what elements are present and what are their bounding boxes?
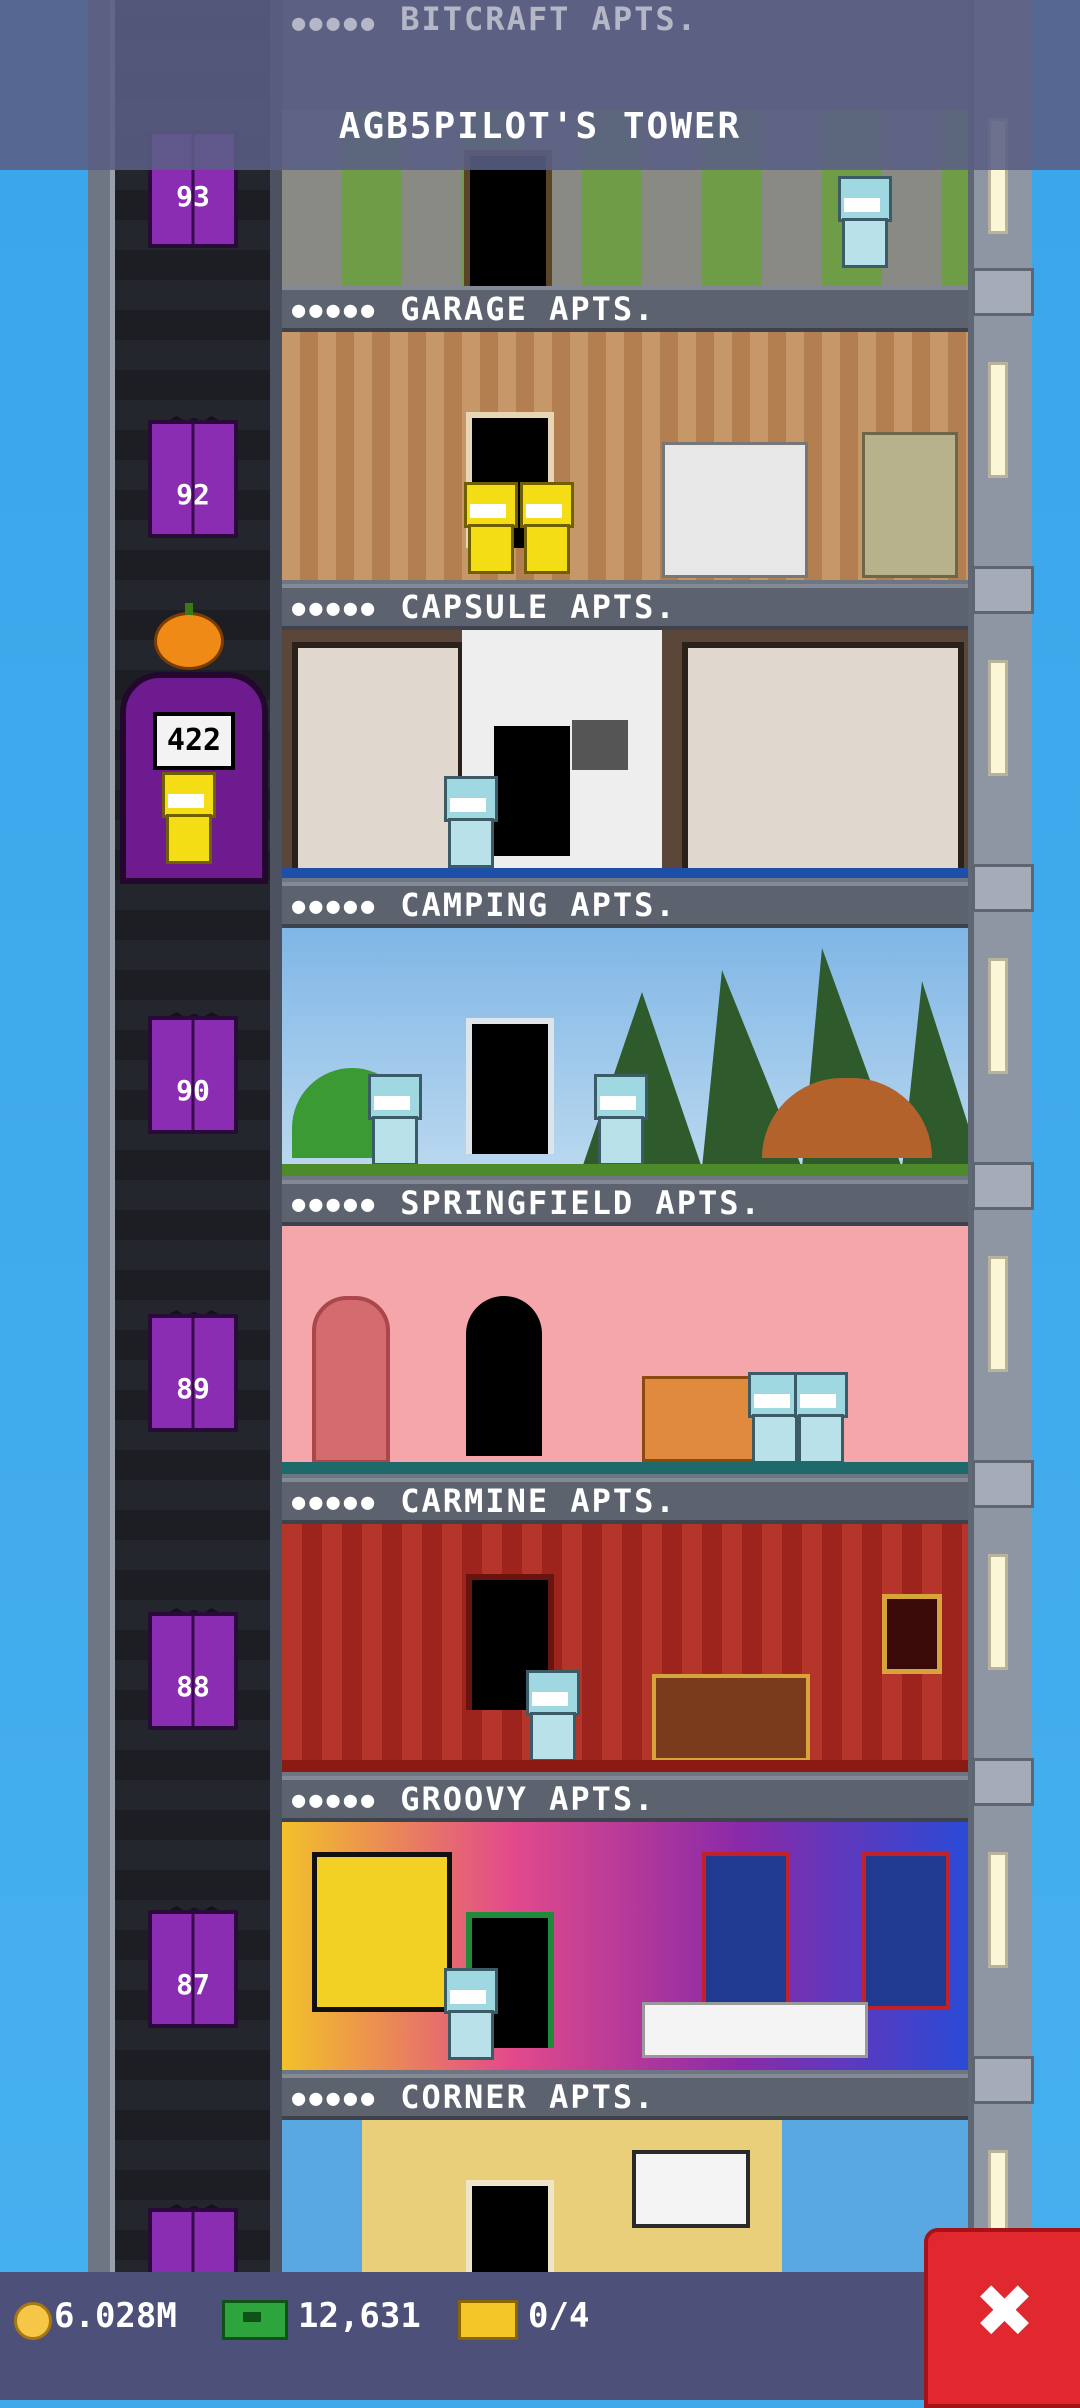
faded-floor-label: ●●●●● BITCRAFT APTS. [292,0,698,38]
elevator-door-86[interactable] [148,2208,238,2280]
ticket-icon [458,2300,518,2340]
room-door[interactable] [466,2180,554,2272]
resident[interactable] [362,1074,422,1166]
floor-label[interactable]: ●●●●● SPRINGFIELD APTS. [282,1180,968,1226]
elevator-floor-number: 90 [176,1074,210,1107]
wall-light [988,1554,1008,1670]
wall-light [988,1256,1008,1372]
close-icon: ✖ [977,2254,1035,2366]
floor-label[interactable]: ●●●●● GROOVY APTS. [282,1776,968,1822]
cash-icon [222,2300,288,2340]
wall-light [988,958,1008,1074]
pink-door[interactable] [312,1296,390,1464]
capsule-unit [682,642,964,874]
room-door[interactable] [466,1296,542,1456]
picture-frames [632,2150,750,2228]
painting [882,1594,942,1674]
floor-label[interactable]: ●●●●● CAMPING APTS. [282,882,968,928]
tower-title: AGB5PILOT'S TOWER [338,106,742,147]
wall-bracket [972,1162,1034,1210]
cabinet [662,442,808,578]
elevator-floor-number: 87 [176,1968,210,2001]
wall-bracket [972,566,1034,614]
wall-bracket [972,1758,1034,1806]
resident[interactable] [438,1968,498,2060]
floor-strip [282,868,968,878]
room-door[interactable] [488,720,576,856]
close-button[interactable]: ✖ [924,2228,1080,2408]
capsule-panel [572,720,628,770]
elevator-floor-number: 92 [176,478,210,511]
pumpkin-icon [154,603,224,670]
tickets-value[interactable]: 0/4 [528,2296,589,2336]
wall-light [988,1852,1008,1968]
floor-strip [282,1760,968,1772]
resident[interactable] [458,482,518,574]
union-jack-flag [702,1852,790,2010]
room-corner[interactable] [282,2120,968,2272]
coins-value[interactable]: 6.028M [54,2296,177,2336]
floor-strip [282,1462,968,1474]
room-door[interactable] [466,1018,554,1154]
room-capsule[interactable] [282,630,968,878]
floor-label[interactable]: ●●●●● CAPSULE APTS. [282,584,968,630]
resident[interactable] [588,1074,648,1166]
floor-label[interactable]: ●●●●● GARAGE APTS. [282,286,968,332]
resident[interactable] [832,176,892,268]
elevator-passenger[interactable] [156,772,216,864]
bux-value[interactable]: 12,631 [298,2296,421,2336]
elevator-display: 422 [153,712,235,770]
elevator-floor-number: 93 [176,180,210,213]
wall-bracket [972,864,1034,912]
room-springfield[interactable] [282,1226,968,1474]
floor-strip [282,1164,968,1176]
orange-tent [762,1078,932,1158]
room-camping[interactable] [282,928,968,1176]
resident[interactable] [520,1670,580,1762]
elevator-floor-number: 88 [176,1670,210,1703]
filing-cabinet [862,432,958,578]
room-door[interactable] [464,150,552,286]
peace-sign-poster [312,1852,452,2012]
resident[interactable] [514,482,574,574]
union-jack-flag [862,1852,950,2010]
coin-icon [14,2302,52,2340]
room-garage[interactable] [282,332,968,580]
floor-label[interactable]: ●●●●● CORNER APTS. [282,2074,968,2120]
floor-label[interactable]: ●●●●● CARMINE APTS. [282,1478,968,1524]
bed [652,1674,810,1762]
white-sofa [642,2002,868,2058]
resident[interactable] [788,1372,848,1464]
wall-bracket [972,1460,1034,1508]
shaft-rail-right [270,0,282,2290]
wall-bracket [972,268,1034,316]
room-carmine[interactable] [282,1524,968,1772]
wall-light [988,660,1008,776]
wall-bracket [972,2056,1034,2104]
elevator-floor-number: 89 [176,1372,210,1405]
wall-light [988,362,1008,478]
room-groovy[interactable] [282,1822,968,2070]
resident[interactable] [438,776,498,868]
